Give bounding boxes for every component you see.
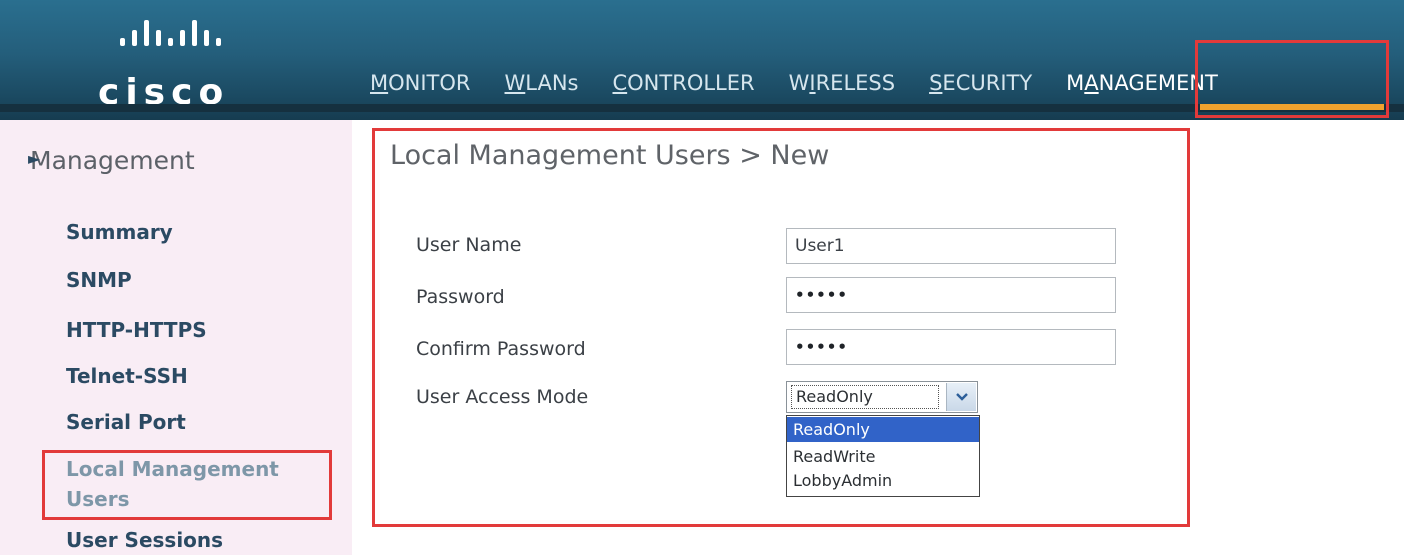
nav-wireless[interactable]: WIRELESS (789, 68, 895, 98)
main-nav: MONITOR WLANs CONTROLLER WIRELESS SECURI… (370, 68, 1252, 98)
nav-wlans-rest: LANs (525, 71, 579, 95)
nav-management-pre: M (1066, 71, 1085, 95)
sidebar-current-highlight (42, 450, 332, 520)
chevron-down-icon[interactable] (946, 383, 976, 411)
header-bar: cisco MONITOR WLANs CONTROLLER WIRELESS … (0, 0, 1404, 120)
option-lobbyadmin[interactable]: LobbyAdmin (787, 468, 979, 493)
option-readonly[interactable]: ReadOnly (787, 417, 979, 442)
nav-controller-accel: C (612, 71, 628, 95)
nav-controller-rest: ONTROLLER (627, 71, 755, 95)
header-stripe (0, 104, 1404, 112)
nav-wireless-pre: W (788, 71, 810, 95)
form-highlight-box (372, 128, 1190, 527)
user-access-mode-label: User Access Mode (416, 386, 589, 408)
nav-management-highlight (1195, 40, 1389, 118)
password-label: Password (416, 286, 505, 308)
username-label: User Name (416, 234, 522, 256)
nav-security-accel: S (929, 71, 943, 95)
app-window: cisco MONITOR WLANs CONTROLLER WIRELESS … (0, 0, 1404, 555)
nav-security[interactable]: SECURITY (929, 68, 1032, 98)
user-access-mode-value: ReadOnly (791, 385, 939, 409)
nav-monitor-accel: M (370, 71, 389, 95)
nav-management-accel: A (1084, 71, 1099, 95)
password-input[interactable]: ••••• (786, 277, 1116, 313)
confirm-password-label: Confirm Password (416, 338, 586, 360)
sidebar-item-snmp[interactable]: SNMP (66, 268, 132, 292)
confirm-password-input[interactable]: ••••• (786, 329, 1116, 365)
user-access-mode-dropdown: ReadOnly ReadWrite LobbyAdmin (786, 415, 980, 497)
expand-arrow-icon[interactable]: ► (28, 149, 40, 168)
nav-monitor[interactable]: MONITOR (370, 68, 471, 98)
nav-wireless-rest: RELESS (815, 71, 896, 95)
sidebar-item-serial-port[interactable]: Serial Port (66, 410, 186, 434)
nav-wlans-accel: W (504, 71, 526, 95)
sidebar-title: Management (30, 146, 195, 175)
cisco-bars-icon (120, 20, 221, 46)
nav-controller[interactable]: CONTROLLER (612, 68, 754, 98)
username-input[interactable]: User1 (786, 228, 1116, 264)
nav-security-rest: ECURITY (942, 71, 1033, 95)
sidebar-item-user-sessions[interactable]: User Sessions (66, 528, 223, 552)
sidebar-item-summary[interactable]: Summary (66, 220, 173, 244)
user-access-mode-select[interactable]: ReadOnly (786, 381, 978, 413)
nav-wlans[interactable]: WLANs (505, 68, 579, 98)
nav-monitor-rest: ONITOR (388, 71, 471, 95)
sidebar-item-telnet-ssh[interactable]: Telnet-SSH (66, 364, 188, 388)
cisco-logo[interactable]: cisco (96, 14, 296, 113)
option-readwrite[interactable]: ReadWrite (787, 444, 979, 469)
page-title: Local Management Users > New (390, 140, 830, 171)
sidebar-item-http-https[interactable]: HTTP-HTTPS (66, 318, 207, 342)
